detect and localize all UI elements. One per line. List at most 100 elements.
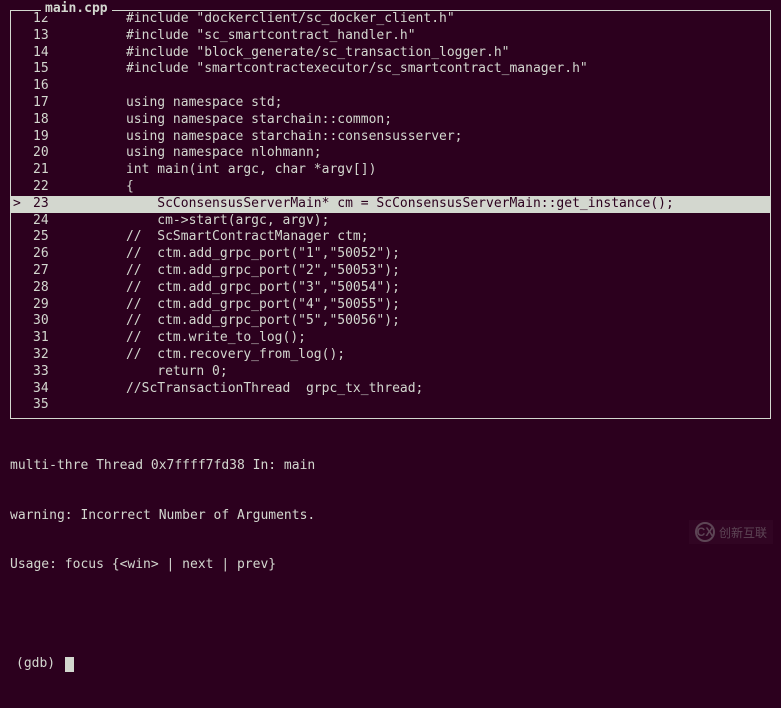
breakpoint-gutter[interactable]: [11, 45, 27, 62]
code-text: // ctm.add_grpc_port("3","50054");: [79, 280, 770, 297]
line-number: 14: [27, 45, 79, 62]
line-number: 27: [27, 263, 79, 280]
code-line[interactable]: 28 // ctm.add_grpc_port("3","50054");: [11, 280, 770, 297]
code-line[interactable]: 21 int main(int argc, char *argv[]): [11, 162, 770, 179]
code-line[interactable]: 27 // ctm.add_grpc_port("2","50053");: [11, 263, 770, 280]
code-text: ScConsensusServerMain* cm = ScConsensusS…: [79, 196, 770, 213]
code-text: // ctm.write_to_log();: [79, 330, 770, 347]
breakpoint-gutter[interactable]: [11, 145, 27, 162]
line-number: 24: [27, 213, 79, 230]
code-line[interactable]: 25 // ScSmartContractManager ctm;: [11, 229, 770, 246]
code-text: #include "dockerclient/sc_docker_client.…: [79, 11, 770, 28]
code-text: #include "block_generate/sc_transaction_…: [79, 45, 770, 62]
code-text: // ctm.recovery_from_log();: [79, 347, 770, 364]
code-line[interactable]: 12 #include "dockerclient/sc_docker_clie…: [11, 11, 770, 28]
code-text: using namespace starchain::consensusserv…: [79, 129, 770, 146]
breakpoint-gutter[interactable]: [11, 61, 27, 78]
warning-line: warning: Incorrect Number of Arguments.: [10, 508, 771, 525]
breakpoint-gutter[interactable]: [11, 381, 27, 398]
breakpoint-gutter[interactable]: [11, 112, 27, 129]
breakpoint-gutter[interactable]: [11, 397, 27, 414]
line-number: 19: [27, 129, 79, 146]
gdb-prompt-line[interactable]: (gdb): [10, 656, 771, 673]
code-line[interactable]: 24 cm->start(argc, argv);: [11, 213, 770, 230]
code-text: cm->start(argc, argv);: [79, 213, 770, 230]
terminal-window: main.cpp 12 #include "dockerclient/sc_do…: [0, 0, 781, 552]
code-text: [79, 78, 770, 95]
code-text: [79, 397, 770, 414]
code-line[interactable]: 14 #include "block_generate/sc_transacti…: [11, 45, 770, 62]
code-text: using namespace nlohmann;: [79, 145, 770, 162]
code-line[interactable]: 15 #include "smartcontractexecutor/sc_sm…: [11, 61, 770, 78]
line-number: 16: [27, 78, 79, 95]
breakpoint-gutter[interactable]: [11, 213, 27, 230]
thread-info-line: multi-thre Thread 0x7ffff7fd38 In: main: [10, 458, 771, 475]
breakpoint-gutter[interactable]: [11, 11, 27, 28]
line-number: 21: [27, 162, 79, 179]
code-listing[interactable]: 12 #include "dockerclient/sc_docker_clie…: [11, 11, 770, 414]
code-text: // ctm.add_grpc_port("1","50052");: [79, 246, 770, 263]
breakpoint-gutter[interactable]: [11, 246, 27, 263]
code-line[interactable]: 34 //ScTransactionThread grpc_tx_thread;: [11, 381, 770, 398]
line-number: 35: [27, 397, 79, 414]
breakpoint-gutter[interactable]: [11, 28, 27, 45]
code-line[interactable]: 18 using namespace starchain::common;: [11, 112, 770, 129]
line-number: 33: [27, 364, 79, 381]
code-text: #include "sc_smartcontract_handler.h": [79, 28, 770, 45]
breakpoint-gutter[interactable]: [11, 78, 27, 95]
breakpoint-gutter[interactable]: [11, 364, 27, 381]
breakpoint-gutter[interactable]: [11, 313, 27, 330]
code-line[interactable]: 35: [11, 397, 770, 414]
breakpoint-gutter[interactable]: [11, 229, 27, 246]
code-text: {: [79, 179, 770, 196]
breakpoint-gutter[interactable]: [11, 162, 27, 179]
line-number: 15: [27, 61, 79, 78]
code-line[interactable]: 31 // ctm.write_to_log();: [11, 330, 770, 347]
code-line[interactable]: 26 // ctm.add_grpc_port("1","50052");: [11, 246, 770, 263]
blank-line: [10, 607, 771, 624]
code-line[interactable]: 16: [11, 78, 770, 95]
breakpoint-gutter[interactable]: >: [11, 196, 27, 213]
code-text: return 0;: [79, 364, 770, 381]
gdb-prompt-text: (gdb): [16, 656, 63, 673]
watermark: CX 创新互联: [689, 520, 773, 544]
line-number: 25: [27, 229, 79, 246]
code-line[interactable]: 20 using namespace nlohmann;: [11, 145, 770, 162]
code-text: // ctm.add_grpc_port("2","50053");: [79, 263, 770, 280]
code-line[interactable]: 13 #include "sc_smartcontract_handler.h": [11, 28, 770, 45]
line-number: 17: [27, 95, 79, 112]
breakpoint-gutter[interactable]: [11, 297, 27, 314]
line-number: 13: [27, 28, 79, 45]
code-line[interactable]: 22 {: [11, 179, 770, 196]
watermark-icon: CX: [695, 522, 715, 542]
watermark-label: 创新互联: [719, 524, 767, 541]
breakpoint-gutter[interactable]: [11, 95, 27, 112]
line-number: 22: [27, 179, 79, 196]
breakpoint-gutter[interactable]: [11, 347, 27, 364]
line-number: 34: [27, 381, 79, 398]
line-number: 20: [27, 145, 79, 162]
code-line[interactable]: 17 using namespace std;: [11, 95, 770, 112]
code-line[interactable]: 19 using namespace starchain::consensuss…: [11, 129, 770, 146]
breakpoint-gutter[interactable]: [11, 280, 27, 297]
code-text: int main(int argc, char *argv[]): [79, 162, 770, 179]
code-text: #include "smartcontractexecutor/sc_smart…: [79, 61, 770, 78]
code-line[interactable]: 32 // ctm.recovery_from_log();: [11, 347, 770, 364]
code-line[interactable]: 29 // ctm.add_grpc_port("4","50055");: [11, 297, 770, 314]
breakpoint-gutter[interactable]: [11, 179, 27, 196]
source-code-panel: main.cpp 12 #include "dockerclient/sc_do…: [10, 10, 771, 419]
breakpoint-gutter[interactable]: [11, 129, 27, 146]
line-number: 23: [27, 196, 79, 213]
code-text: // ctm.add_grpc_port("5","50056");: [79, 313, 770, 330]
code-text: using namespace starchain::common;: [79, 112, 770, 129]
line-number: 26: [27, 246, 79, 263]
line-number: 30: [27, 313, 79, 330]
code-line[interactable]: 30 // ctm.add_grpc_port("5","50056");: [11, 313, 770, 330]
line-number: 32: [27, 347, 79, 364]
code-text: using namespace std;: [79, 95, 770, 112]
breakpoint-gutter[interactable]: [11, 330, 27, 347]
code-line[interactable]: 33 return 0;: [11, 364, 770, 381]
file-name-label: main.cpp: [41, 1, 112, 16]
breakpoint-gutter[interactable]: [11, 263, 27, 280]
code-line[interactable]: >23 ScConsensusServerMain* cm = ScConsen…: [11, 196, 770, 213]
